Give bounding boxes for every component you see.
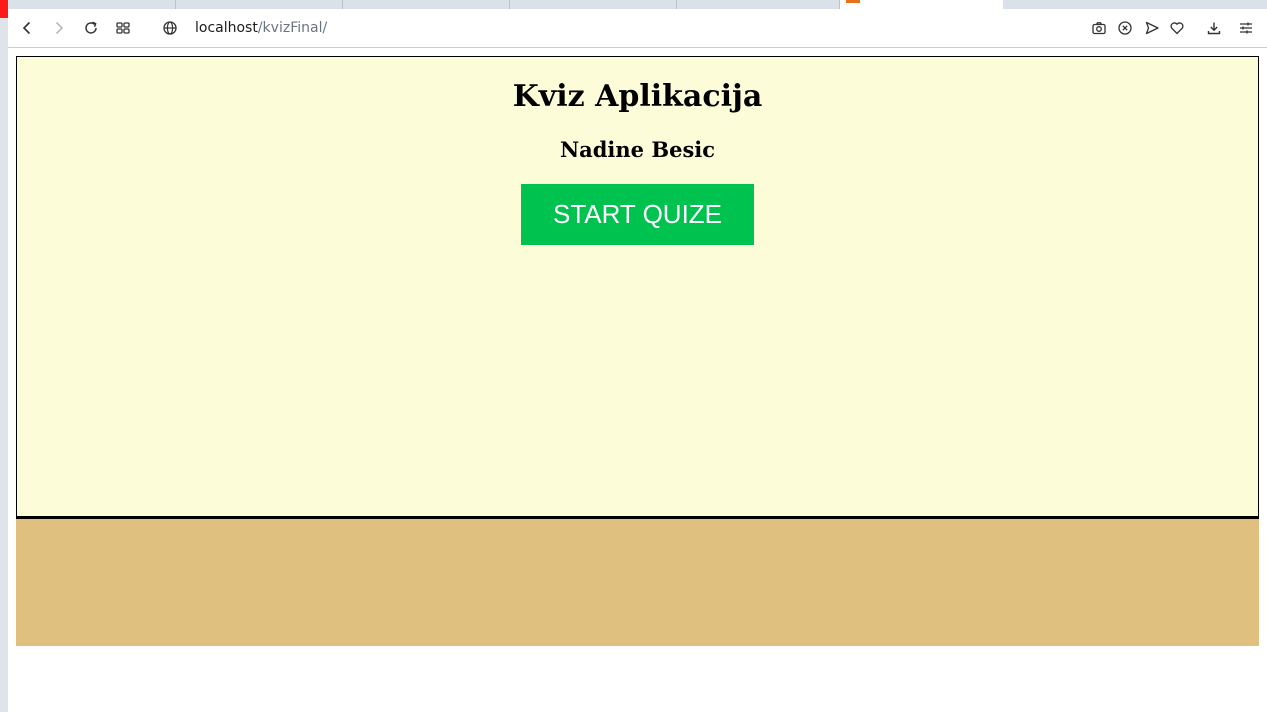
footer-band	[16, 516, 1259, 646]
tab-strip	[8, 0, 1267, 9]
tab[interactable]	[343, 0, 510, 9]
tab-grid-icon[interactable]	[114, 19, 132, 37]
shield-x-icon[interactable]	[1116, 19, 1134, 37]
forward-arrow-icon[interactable]	[50, 19, 68, 37]
page-viewport: Kviz Aplikacija Nadine Besic START QUIZE	[8, 48, 1267, 712]
download-icon[interactable]	[1205, 19, 1223, 37]
address-bar[interactable]: localhost/kvizFinal/	[195, 19, 327, 37]
tab[interactable]	[176, 0, 343, 9]
camera-icon[interactable]	[1090, 19, 1108, 37]
start-quiz-button[interactable]: START QUIZE	[521, 184, 754, 245]
quiz-panel: Kviz Aplikacija Nadine Besic START QUIZE	[16, 56, 1259, 517]
heart-icon[interactable]	[1168, 19, 1186, 37]
send-arrow-icon[interactable]	[1143, 19, 1161, 37]
tab[interactable]	[8, 0, 176, 9]
tab[interactable]	[510, 0, 677, 9]
tab[interactable]	[677, 0, 840, 9]
back-arrow-icon[interactable]	[18, 19, 36, 37]
author-name: Nadine Besic	[559, 137, 716, 162]
sliders-icon[interactable]	[1237, 19, 1255, 37]
reload-icon[interactable]	[82, 19, 100, 37]
tab-active[interactable]	[840, 0, 1003, 9]
url-path: /kvizFinal/	[257, 20, 328, 36]
tab-favicon-icon	[846, 0, 860, 3]
sidebar-edge	[0, 0, 8, 712]
globe-icon[interactable]	[161, 19, 179, 37]
page-title: Kviz Aplikacija	[512, 79, 763, 114]
url-host: localhost	[195, 20, 258, 36]
browser-toolbar: localhost/kvizFinal/	[8, 9, 1267, 48]
indicator-mark	[0, 0, 8, 18]
